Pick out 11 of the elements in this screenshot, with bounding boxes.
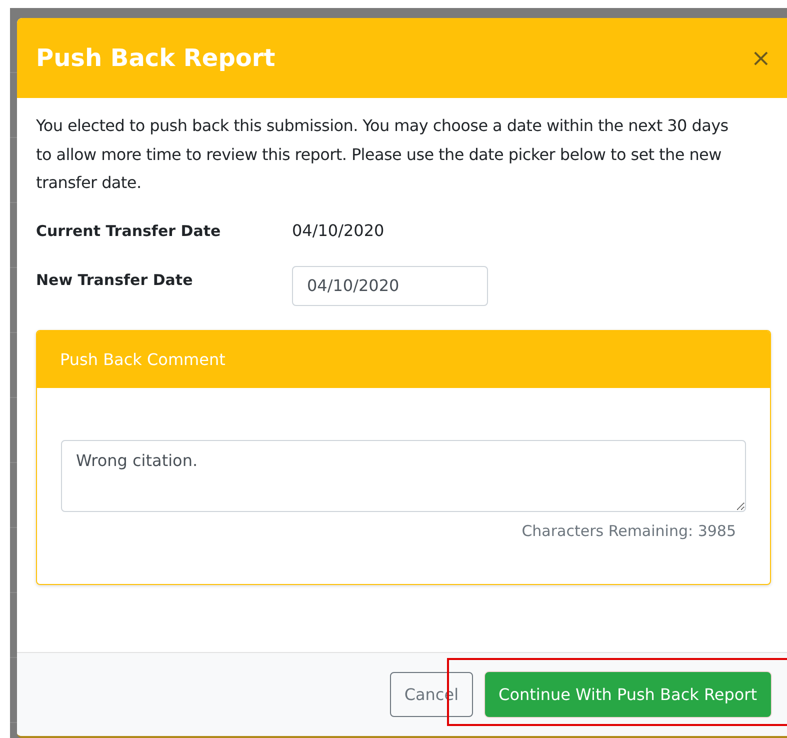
card-title: Push Back Comment bbox=[60, 350, 226, 368]
date-field[interactable]: 04/10/2020 bbox=[292, 266, 488, 306]
field-label: New Transfer Date bbox=[36, 270, 194, 288]
continue-button[interactable]: Continue With Push Back Report bbox=[484, 672, 771, 717]
intro-text: You elected to push back this submission. You may choose a date within the next 30 days to allow more time to review this report. Please use the date picker below to set the new transfer date. bbox=[36, 115, 730, 194]
comment-field[interactable]: Wrong citation. bbox=[61, 440, 746, 512]
modal-title: Push Back Report bbox=[36, 44, 276, 72]
field-value: 04/10/2020 bbox=[292, 221, 384, 240]
characters-remaining: Characters Remaining: 3985 bbox=[522, 522, 736, 540]
close-button[interactable]: × bbox=[750, 46, 771, 70]
field-label: Current Transfer Date bbox=[36, 222, 222, 240]
